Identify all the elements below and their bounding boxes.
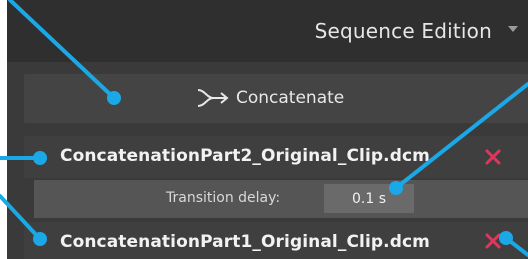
sequence-edition-panel: Sequence Edition Concatenate Concatenati… — [7, 0, 528, 259]
clip-row[interactable]: ConcatenationPart2_Original_Clip.dcm — [24, 136, 528, 178]
panel-title: Sequence Edition — [314, 19, 492, 43]
panel-header[interactable]: Sequence Edition — [7, 0, 528, 62]
clip-filename: ConcatenationPart1_Original_Clip.dcm — [60, 232, 430, 252]
merge-arrow-icon — [197, 89, 229, 107]
close-icon[interactable] — [484, 148, 502, 166]
chevron-down-icon[interactable] — [508, 26, 518, 32]
transition-delay-row: Transition delay: — [34, 180, 528, 218]
close-icon[interactable] — [484, 232, 502, 250]
clip-filename: ConcatenationPart2_Original_Clip.dcm — [60, 146, 430, 166]
concatenate-button[interactable]: Concatenate — [24, 74, 528, 123]
screenshot: Sequence Edition Concatenate Concatenati… — [0, 0, 528, 259]
concatenate-label: Concatenate — [236, 88, 345, 108]
transition-delay-label: Transition delay: — [166, 190, 281, 206]
clip-row[interactable]: ConcatenationPart1_Original_Clip.dcm — [24, 222, 528, 259]
transition-delay-input[interactable] — [324, 184, 414, 213]
